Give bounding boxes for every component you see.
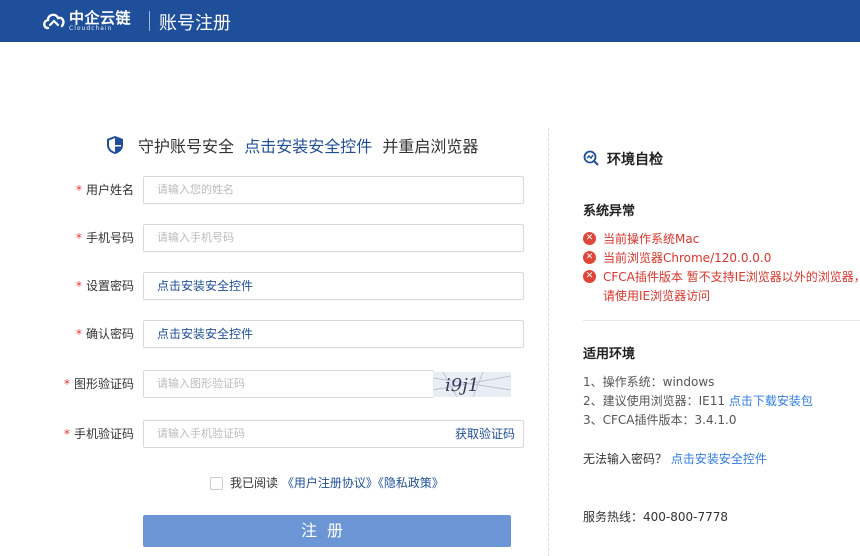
captcha-text: i9j1 <box>445 375 479 396</box>
applicable-title: 适用环境 <box>583 347 636 362</box>
error-icon: ✕ <box>583 251 596 264</box>
sms-row: * 手机验证码 请输入手机验证码 获取验证码 <box>0 420 540 448</box>
get-code-button[interactable]: 获取验证码 <box>455 421 515 447</box>
install-control-link[interactable]: 点击安装安全控件 <box>244 137 372 156</box>
terms-link[interactable]: 《用户注册协议》 <box>282 476 378 490</box>
agree-checkbox[interactable] <box>210 477 223 490</box>
register-button[interactable]: 注册 <box>143 515 511 547</box>
shield-icon <box>107 136 123 154</box>
req-browser: 2、建议使用浏览器：IE11 点击下载安装包 <box>583 394 813 408</box>
cannot-input-password: 无法输入密码？ 点击安装安全控件 <box>583 452 767 466</box>
error-icon: ✕ <box>583 270 596 283</box>
confirm-password-row: * 确认密码 点击安装安全控件 <box>0 320 540 348</box>
name-row: * 用户姓名 请输入您的姓名 <box>0 176 540 204</box>
abnormal-title: 系统异常 <box>583 204 636 219</box>
page-title: 账号注册 <box>159 13 231 34</box>
password-row: * 设置密码 点击安装安全控件 <box>0 272 540 300</box>
download-package-link[interactable]: 点击下载安装包 <box>729 394 813 408</box>
sms-input[interactable]: 请输入手机验证码 获取验证码 <box>143 420 524 448</box>
phone-row: * 手机号码 请输入手机号码 <box>0 224 540 252</box>
req-cfca: 3、CFCA插件版本：3.4.1.0 <box>583 413 737 427</box>
magnifier-chart-icon <box>583 150 599 166</box>
name-label: * 用户姓名 <box>75 183 134 197</box>
notice-after: 并重启浏览器 <box>382 137 479 156</box>
req-os: 1、操作系统：windows <box>583 375 715 389</box>
panel-divider <box>583 320 860 321</box>
notice-before: 守护账号安全 <box>138 137 235 156</box>
notice-text: 守护账号安全 点击安装安全控件 并重启浏览器 <box>138 133 478 157</box>
name-input[interactable]: 请输入您的姓名 <box>143 176 524 204</box>
privacy-link[interactable]: 《隐私政策》 <box>378 476 444 490</box>
captcha-row: * 图形验证码 请输入图形验证码 i9j1 <box>0 370 540 398</box>
agree-text: 我已阅读 <box>230 476 279 490</box>
cloud-logo-icon <box>43 13 65 30</box>
error-icon: ✕ <box>583 232 596 245</box>
phone-label: * 手机号码 <box>75 231 134 245</box>
sms-label: * 手机验证码 <box>63 427 134 441</box>
confirm-password-label: * 确认密码 <box>75 327 134 341</box>
captcha-image[interactable]: i9j1 <box>433 372 511 397</box>
top-bar: 中企云链 Cloudchain 账号注册 <box>0 0 860 42</box>
sms-placeholder: 请输入手机验证码 <box>157 427 245 440</box>
confirm-password-control[interactable]: 点击安装安全控件 <box>143 320 524 348</box>
vertical-divider <box>548 128 549 556</box>
captcha-label: * 图形验证码 <box>63 377 134 391</box>
brand-logo[interactable]: 中企云链 Cloudchain <box>42 7 138 35</box>
password-control[interactable]: 点击安装安全控件 <box>143 272 524 300</box>
password-label: * 设置密码 <box>75 279 134 293</box>
phone-input[interactable]: 请输入手机号码 <box>143 224 524 252</box>
brand-subtitle: Cloudchain <box>69 25 113 32</box>
service-hotline: 服务热线：400-800-7778 <box>583 510 729 524</box>
header-divider <box>149 11 150 31</box>
install-control-link-2[interactable]: 点击安装安全控件 <box>671 452 767 466</box>
captcha-input[interactable]: 请输入图形验证码 <box>143 370 434 398</box>
